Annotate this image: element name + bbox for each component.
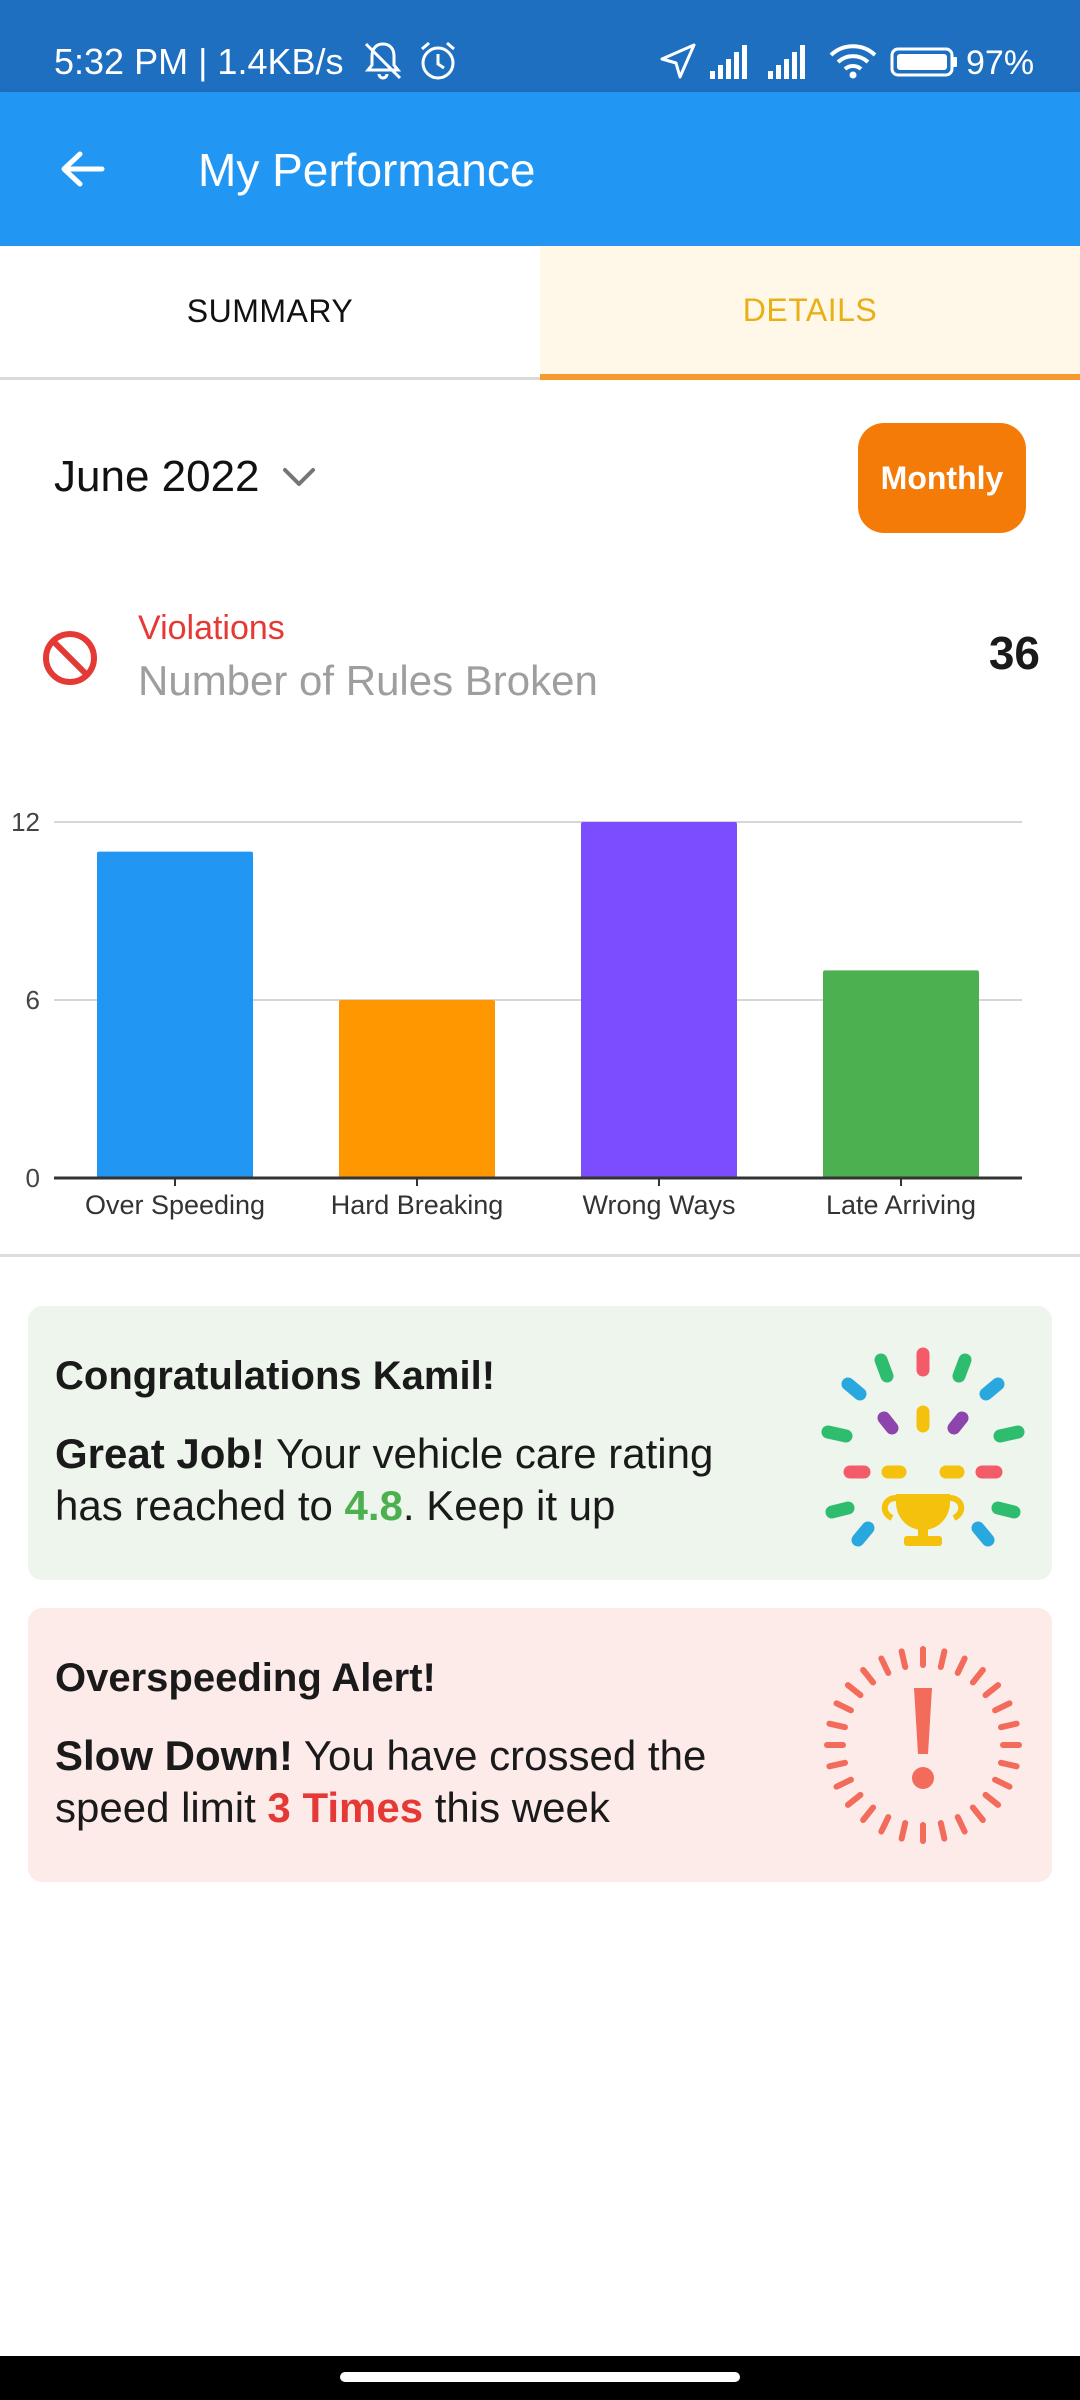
month-dropdown[interactable]: June 2022 [54,446,316,508]
x-tick-label: Hard Breaking [331,1190,504,1220]
alert-ring-dash [860,1804,877,1824]
alert-ring-dash [954,1814,968,1835]
alert-ring-dash [997,1759,1020,1770]
alert-ring-dash [937,1648,948,1671]
exclamation-stroke [914,1688,932,1754]
alert-message: Slow Down! You have crossed the speed li… [55,1730,775,1834]
screen: 5:32 PM | 1.4KB/s 97% My Performance SUM… [0,0,1080,2400]
x-tick-label: Wrong Ways [582,1190,735,1220]
alert-lead: Slow Down! [55,1732,293,1779]
signal-icon [710,45,747,79]
bar [823,970,979,1178]
bar [581,822,737,1178]
alert-ring-dash [982,1682,1002,1699]
alert-ring-dash [844,1682,864,1699]
chevron-down-icon [282,468,315,486]
violations-bar-chart: 0 6 12 Over Speeding Hard Breaking Wrong Ways… [11,807,1022,1220]
alert-ring-dash [898,1648,909,1671]
system-nav-bar [0,2356,1080,2400]
violations-subtitle: Number of Rules Broken [138,657,598,704]
congrats-card: Congratulations Kamil! Great Job! Your v… [28,1306,1052,1580]
monthly-button[interactable]: Monthly [858,423,1026,533]
y-tick-label: 0 [26,1163,40,1193]
alert-title: Overspeeding Alert! [55,1656,436,1700]
exclamation-dot [912,1767,934,1789]
x-tick-label: Late Arriving [826,1190,976,1220]
arrow-left-icon [61,151,105,187]
alert-ring-dash [833,1776,854,1790]
alert-text-2: this week [423,1784,610,1831]
congrats-title: Congratulations Kamil! [55,1354,496,1398]
alert-exclamation-icon [824,1646,1022,1844]
battery-percent: 97% [966,44,1035,82]
x-tick-label: Over Speeding [85,1190,265,1220]
bar [97,851,253,1178]
alert-ring-dash [969,1804,986,1824]
alarm-icon [421,41,455,80]
alert-ring-dash [954,1655,968,1676]
wifi-icon [829,44,877,79]
alert-ring-dash [826,1720,849,1731]
no-entry-icon [43,631,97,685]
status-time: 5:32 PM | 1.4KB/s [54,41,344,82]
alert-ring-dash [997,1720,1020,1731]
trophy-celebration-icon [821,1347,1025,1547]
tab-details[interactable]: DETAILS [540,246,1080,380]
status-bar: 5:32 PM | 1.4KB/s 97% [0,0,1080,92]
tab-summary[interactable]: SUMMARY [0,246,540,380]
tab-bar: SUMMARY DETAILS [0,246,1080,380]
alert-ring-dash [982,1791,1002,1808]
month-value: June 2022 [54,452,260,501]
congrats-message: Great Job! Your vehicle care rating has … [55,1428,775,1532]
violations-count: 36 [988,627,1040,679]
overspeed-alert-card: Overspeeding Alert! Slow Down! You have … [28,1608,1052,1882]
alert-ring-dash [898,1819,909,1842]
mute-bell-icon [364,42,402,80]
location-arrow-icon [660,43,696,79]
alert-ring-dash [826,1759,849,1770]
alert-ring-dash [860,1666,877,1686]
bar [339,1000,495,1178]
section-divider [0,1254,1080,1257]
alert-ring-dash [937,1819,948,1842]
back-button[interactable] [40,127,124,211]
congrats-text-2: . Keep it up [402,1482,616,1529]
alert-ring-dash [833,1700,854,1714]
alert-ring-dash [878,1655,892,1676]
app-bar: My Performance [0,92,1080,246]
alert-ring-dash [992,1776,1013,1790]
y-tick-label: 6 [26,985,40,1015]
signal-icon-2 [768,45,805,79]
rating-value: 4.8 [344,1482,403,1529]
alert-ring-dash [992,1700,1013,1714]
violations-title: Violations [138,609,285,647]
congrats-lead: Great Job! [55,1430,266,1477]
battery-icon [890,47,957,77]
alert-ring-dash [969,1666,986,1686]
page-title: My Performance [198,144,536,196]
alert-ring-dash [844,1791,864,1808]
home-indicator[interactable] [340,2372,740,2382]
alert-times: 3 Times [267,1784,424,1831]
alert-ring-dash [878,1814,892,1835]
y-tick-label: 12 [11,807,40,837]
